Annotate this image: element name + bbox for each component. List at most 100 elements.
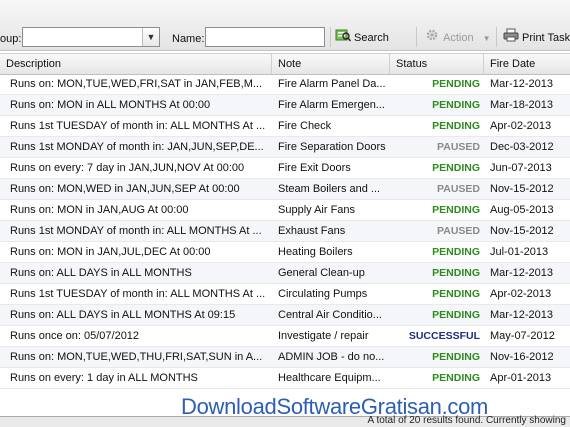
toolbar-divider xyxy=(496,27,497,47)
row-fire-date: Jun-07-2013 xyxy=(490,162,552,174)
row-note: ADMIN JOB - do no... xyxy=(278,351,385,363)
row-note: Central Air Conditio... xyxy=(278,309,382,321)
table-row[interactable]: Runs 1st MONDAY of month in: JAN,JUN,SEP… xyxy=(0,137,570,158)
column-header-status[interactable]: Status xyxy=(390,54,484,74)
table-row[interactable]: Runs on: ALL DAYS in ALL MONTHS General … xyxy=(0,263,570,284)
status-badge: PAUSED xyxy=(437,225,480,237)
table-row[interactable]: Runs on: ALL DAYS in ALL MONTHS At 09:15… xyxy=(0,305,570,326)
row-note: Fire Alarm Emergen... xyxy=(278,99,385,111)
row-note: Heating Boilers xyxy=(278,246,353,258)
row-note: General Clean-up xyxy=(278,267,365,279)
status-badge: PENDING xyxy=(432,204,480,216)
row-description: Runs 1st MONDAY of month in: JAN,JUN,SEP… xyxy=(10,141,264,153)
table-row[interactable]: Runs on: MON,TUE,WED,FRI,SAT in JAN,FEB,… xyxy=(0,74,570,95)
table-row[interactable]: Runs on: MON,WED in JAN,JUN,SEP At 00:00… xyxy=(0,179,570,200)
row-note: Fire Separation Doors xyxy=(278,141,386,153)
table-row[interactable]: Runs 1st MONDAY of month in: ALL MONTHS … xyxy=(0,221,570,242)
printer-icon xyxy=(503,28,519,48)
status-badge: PENDING xyxy=(432,288,480,300)
status-badge: PAUSED xyxy=(437,141,480,153)
table-row[interactable]: Runs on: MON in JAN,JUL,DEC At 00:00 Hea… xyxy=(0,242,570,263)
row-fire-date: Jul-01-2013 xyxy=(490,246,549,258)
table-row[interactable]: Runs once on: 05/07/2012 Investigate / r… xyxy=(0,326,570,347)
status-badge: SUCCESSFUL xyxy=(408,330,480,342)
table-header: Description Note Status Fire Date xyxy=(0,53,570,75)
table-row[interactable]: Runs 1st TUESDAY of month in: ALL MONTHS… xyxy=(0,116,570,137)
row-fire-date: Nov-16-2012 xyxy=(490,351,554,363)
row-description: Runs on: ALL DAYS in ALL MONTHS xyxy=(10,267,192,279)
row-description: Runs on: ALL DAYS in ALL MONTHS At 09:15 xyxy=(10,309,236,321)
search-icon xyxy=(335,28,352,48)
status-badge: PENDING xyxy=(432,120,480,132)
status-badge: PENDING xyxy=(432,246,480,258)
task-table-body: Runs on: MON,TUE,WED,FRI,SAT in JAN,FEB,… xyxy=(0,74,570,389)
row-fire-date: Aug-05-2013 xyxy=(490,204,554,216)
row-fire-date: Mar-12-2013 xyxy=(490,78,553,90)
action-button-label: Action xyxy=(443,31,474,44)
table-row[interactable]: Runs 1st TUESDAY of month in: ALL MONTHS… xyxy=(0,284,570,305)
row-description: Runs 1st TUESDAY of month in: ALL MONTHS… xyxy=(10,120,266,132)
column-header-fire-date[interactable]: Fire Date xyxy=(484,54,570,74)
row-fire-date: Nov-15-2012 xyxy=(490,183,554,195)
row-fire-date: Mar-12-2013 xyxy=(490,267,553,279)
result-summary: A total of 20 results found. Currently s… xyxy=(367,415,566,426)
status-badge: PENDING xyxy=(432,267,480,279)
row-note: Fire Check xyxy=(278,120,332,132)
column-header-description[interactable]: Description xyxy=(0,54,272,74)
row-fire-date: Nov-15-2012 xyxy=(490,225,554,237)
row-description: Runs on: MON,WED in JAN,JUN,SEP At 00:00 xyxy=(10,183,240,195)
action-button[interactable]: Action ▼ xyxy=(424,28,491,46)
row-description: Runs once on: 05/07/2012 xyxy=(10,330,140,342)
table-row[interactable]: Runs on every: 1 day in ALL MONTHS Healt… xyxy=(0,368,570,389)
row-fire-date: Mar-18-2013 xyxy=(490,99,553,111)
row-note: Investigate / repair xyxy=(278,330,369,342)
chevron-down-icon[interactable]: ▼ xyxy=(142,28,159,46)
row-description: Runs on every: 1 day in ALL MONTHS xyxy=(10,372,198,384)
row-description: Runs on every: 7 day in JAN,JUN,NOV At 0… xyxy=(10,162,245,174)
row-fire-date: Apr-01-2013 xyxy=(490,372,552,384)
table-row[interactable]: Runs on: MON,TUE,WED,THU,FRI,SAT,SUN in … xyxy=(0,347,570,368)
row-description: Runs on: MON in JAN,JUL,DEC At 00:00 xyxy=(10,246,211,258)
status-footer: A total of 20 results found. Currently s… xyxy=(0,415,570,427)
toolbar: oup: ▼ Name: Search Action ▼ Print Task xyxy=(0,0,570,51)
table-row[interactable]: Runs on: MON in JAN,AUG At 00:00 Supply … xyxy=(0,200,570,221)
row-note: Fire Alarm Panel Da... xyxy=(278,78,386,90)
row-fire-date: Dec-03-2012 xyxy=(490,141,554,153)
row-fire-date: Apr-02-2013 xyxy=(490,120,552,132)
row-fire-date: Apr-02-2013 xyxy=(490,288,552,300)
table-row[interactable]: Runs on: MON in ALL MONTHS At 00:00 Fire… xyxy=(0,95,570,116)
row-note: Supply Air Fans xyxy=(278,204,356,216)
search-button[interactable]: Search xyxy=(335,28,389,46)
print-tasks-button[interactable]: Print Tasks xyxy=(503,28,570,46)
group-label: oup: xyxy=(0,33,22,45)
search-button-label: Search xyxy=(354,31,389,44)
name-input[interactable] xyxy=(205,27,325,47)
group-select[interactable]: ▼ xyxy=(22,27,160,47)
print-tasks-label: Print Tasks xyxy=(522,31,570,44)
row-note: Steam Boilers and ... xyxy=(278,183,381,195)
gear-icon xyxy=(424,28,440,48)
row-fire-date: May-07-2012 xyxy=(490,330,555,342)
row-description: Runs on: MON,TUE,WED,THU,FRI,SAT,SUN in … xyxy=(10,351,263,363)
name-label: Name: xyxy=(172,33,205,45)
status-badge: PENDING xyxy=(432,99,480,111)
toolbar-divider xyxy=(330,27,331,47)
toolbar-divider xyxy=(416,27,417,47)
row-description: Runs on: MON,TUE,WED,FRI,SAT in JAN,FEB,… xyxy=(10,78,263,90)
status-badge: PENDING xyxy=(432,309,480,321)
status-badge: PENDING xyxy=(432,78,480,90)
row-fire-date: Mar-12-2013 xyxy=(490,309,553,321)
status-badge: PENDING xyxy=(432,351,480,363)
status-badge: PAUSED xyxy=(437,183,480,195)
table-row[interactable]: Runs on every: 7 day in JAN,JUN,NOV At 0… xyxy=(0,158,570,179)
row-description: Runs 1st MONDAY of month in: ALL MONTHS … xyxy=(10,225,262,237)
row-description: Runs on: MON in JAN,AUG At 00:00 xyxy=(10,204,189,216)
row-description: Runs on: MON in ALL MONTHS At 00:00 xyxy=(10,99,211,111)
row-note: Circulating Pumps xyxy=(278,288,368,300)
status-badge: PENDING xyxy=(432,162,480,174)
row-note: Fire Exit Doors xyxy=(278,162,351,174)
chevron-down-icon: ▼ xyxy=(482,33,491,43)
column-header-note[interactable]: Note xyxy=(272,54,390,74)
status-badge: PENDING xyxy=(432,372,480,384)
row-note: Exhaust Fans xyxy=(278,225,346,237)
